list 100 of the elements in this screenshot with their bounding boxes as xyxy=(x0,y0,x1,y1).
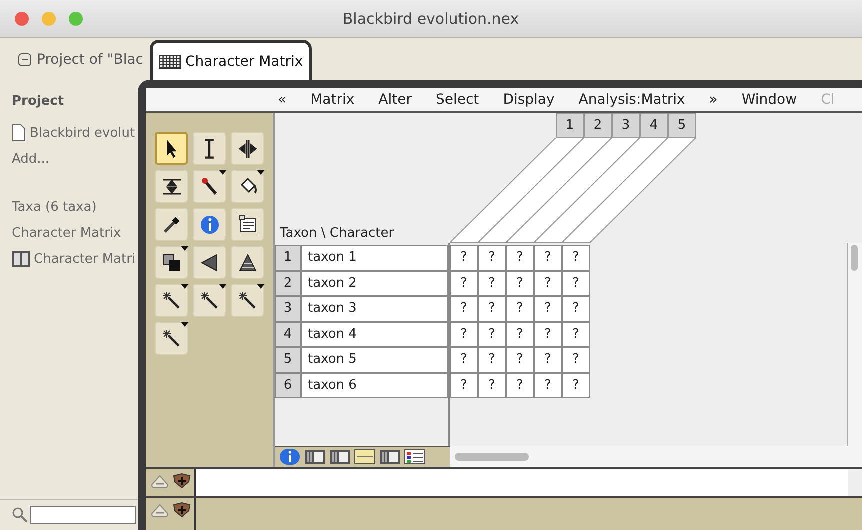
tool-button[interactable] xyxy=(155,246,188,279)
menu-item[interactable]: Alter xyxy=(374,92,416,108)
project-item[interactable]: Character Matrix xyxy=(12,220,138,246)
matrix-cell[interactable]: ? xyxy=(478,270,506,296)
matrix-cell[interactable]: ? xyxy=(534,347,562,372)
tool-button[interactable] xyxy=(155,208,188,241)
grid-icon xyxy=(158,54,181,70)
tool-button[interactable] xyxy=(193,170,226,203)
matrix-cell[interactable]: ? xyxy=(478,296,506,322)
menu-item[interactable]: « xyxy=(274,92,291,108)
matrix-cell[interactable]: ? xyxy=(562,296,590,322)
column-number[interactable]: 5 xyxy=(668,113,696,138)
view-button[interactable] xyxy=(279,448,301,466)
view-button[interactable] xyxy=(379,448,401,466)
tool-button[interactable] xyxy=(231,246,264,279)
taxon-name-cell[interactable]: taxon 5 xyxy=(301,347,448,372)
view-button[interactable] xyxy=(304,448,326,466)
taxon-name-cell[interactable]: taxon 2 xyxy=(301,270,448,296)
matrix-cell[interactable]: ? xyxy=(450,245,478,270)
matrix-cell[interactable]: ? xyxy=(450,322,478,347)
view-button[interactable] xyxy=(329,448,351,466)
view-button[interactable] xyxy=(404,448,426,466)
tool-button[interactable] xyxy=(231,208,264,241)
column-number[interactable]: 2 xyxy=(584,113,612,138)
add-button[interactable] xyxy=(172,502,192,518)
scrollbar-thumb[interactable] xyxy=(851,245,858,271)
tool-button[interactable] xyxy=(155,170,188,203)
matrix-cell[interactable]: ? xyxy=(562,322,590,347)
tool-button[interactable] xyxy=(193,132,226,165)
row-number[interactable]: 5 xyxy=(275,347,301,372)
wand-icon xyxy=(160,290,182,312)
taxon-name-cell[interactable]: taxon 3 xyxy=(301,296,448,322)
matrix-cell[interactable]: ? xyxy=(562,372,590,398)
menu-item[interactable]: Matrix xyxy=(306,92,359,108)
scrollbar-thumb[interactable] xyxy=(455,452,529,460)
caret-icon xyxy=(181,322,189,327)
matrix-cell[interactable]: ? xyxy=(478,245,506,270)
view-button[interactable] xyxy=(354,448,376,466)
tool-button[interactable] xyxy=(193,246,226,279)
tool-button[interactable] xyxy=(231,132,264,165)
row-number[interactable]: 2 xyxy=(275,270,301,296)
tab[interactable]: Character Matrix xyxy=(150,40,312,80)
matrix-cell[interactable]: ? xyxy=(534,270,562,296)
matrix-cell[interactable]: ? xyxy=(478,372,506,398)
matrix-cell[interactable]: ? xyxy=(506,270,534,296)
matrix-cell[interactable]: ? xyxy=(534,296,562,322)
column-number[interactable]: 1 xyxy=(556,113,584,138)
menu-item[interactable]: » xyxy=(705,92,722,108)
add-button[interactable] xyxy=(172,473,192,489)
matrix-cell[interactable]: ? xyxy=(534,245,562,270)
row-number[interactable]: 6 xyxy=(275,372,301,398)
window-title: Blackbird evolution.nex xyxy=(342,10,520,28)
matrix-cell[interactable]: ? xyxy=(450,270,478,296)
tool-button[interactable] xyxy=(155,322,188,355)
tool-button[interactable] xyxy=(231,284,264,317)
matrix-cell[interactable]: ? xyxy=(506,296,534,322)
caret-icon xyxy=(257,284,265,289)
matrix-cell[interactable]: ? xyxy=(450,372,478,398)
row-number[interactable]: 1 xyxy=(275,245,301,270)
tool-button[interactable] xyxy=(155,284,188,317)
menu-item[interactable]: Analysis:Matrix xyxy=(574,92,690,108)
matrix-cell[interactable]: ? xyxy=(478,322,506,347)
row-number[interactable]: 4 xyxy=(275,322,301,347)
matrix-cell[interactable]: ? xyxy=(506,372,534,398)
tool-button[interactable] xyxy=(231,170,264,203)
taxon-name-cell[interactable]: taxon 4 xyxy=(301,322,448,347)
matrix-cell[interactable]: ? xyxy=(562,347,590,372)
menu-item[interactable]: Window xyxy=(738,92,802,108)
matrix-cell[interactable]: ? xyxy=(450,347,478,372)
column-number[interactable]: 4 xyxy=(640,113,668,138)
ibeam-icon xyxy=(204,138,215,158)
matrix-cell[interactable]: ? xyxy=(450,296,478,322)
row-number[interactable]: 3 xyxy=(275,296,301,322)
matrix-cell[interactable]: ? xyxy=(562,245,590,270)
menu-item[interactable]: Select xyxy=(432,92,484,108)
matrix-icon xyxy=(12,251,30,267)
list-icon xyxy=(236,214,258,236)
matrix-cell[interactable]: ? xyxy=(478,347,506,372)
search-field[interactable] xyxy=(30,506,136,524)
matrix-cell[interactable]: ? xyxy=(534,372,562,398)
project-item[interactable]: Add... xyxy=(12,146,138,172)
tab[interactable]: Project of "Blac xyxy=(12,42,150,78)
column-number[interactable]: 3 xyxy=(612,113,640,138)
project-item[interactable]: Blackbird evolut xyxy=(12,120,138,146)
caret-icon xyxy=(181,246,189,251)
matrix-cell[interactable]: ? xyxy=(562,270,590,296)
matrix-cell[interactable]: ? xyxy=(534,322,562,347)
taxon-name-cell[interactable]: taxon 6 xyxy=(301,372,448,398)
input-field[interactable] xyxy=(196,469,848,496)
window-control[interactable] xyxy=(15,12,29,26)
project-item[interactable]: Taxa (6 taxa) xyxy=(12,194,138,220)
tool-button[interactable] xyxy=(193,284,226,317)
tool-button[interactable] xyxy=(155,132,188,165)
matrix-cell[interactable]: ? xyxy=(506,347,534,372)
matrix-cell[interactable]: ? xyxy=(506,322,534,347)
project-item[interactable]: Character Matri xyxy=(12,246,138,272)
matrix-cell[interactable]: ? xyxy=(506,245,534,270)
taxon-name-cell[interactable]: taxon 1 xyxy=(301,245,448,270)
menu-item[interactable]: Display xyxy=(499,92,559,108)
wand-icon xyxy=(160,328,182,350)
